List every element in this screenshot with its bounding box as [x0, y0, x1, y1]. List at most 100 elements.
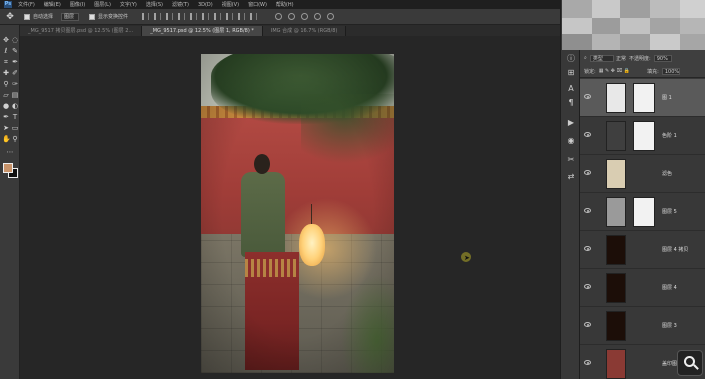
canvas-area[interactable]: ➤: [20, 36, 560, 379]
show-transform-checkbox[interactable]: [89, 13, 96, 20]
menu-window[interactable]: 窗口(W): [248, 1, 267, 8]
foreground-color-swatch[interactable]: [3, 163, 13, 173]
blend-mode-select[interactable]: 正常: [616, 55, 626, 62]
pen-icon[interactable]: ✒: [2, 114, 10, 121]
history-brush-icon[interactable]: ✑: [11, 81, 19, 88]
layer-row[interactable]: 图 1: [580, 79, 705, 117]
layer-thumbnail[interactable]: [606, 159, 626, 189]
layer-thumbnail[interactable]: [606, 273, 626, 303]
info-icon[interactable]: ⓘ: [566, 54, 576, 63]
document-image[interactable]: [201, 54, 394, 373]
align-bottom-icon[interactable]: [202, 13, 210, 20]
layer-thumbnail[interactable]: [606, 197, 626, 227]
document-tab-active[interactable]: _MG_9517.psd @ 12.5% (图层 1, RGB/8) *: [142, 26, 263, 36]
lasso-icon[interactable]: ℓ: [2, 48, 10, 55]
3d-drag-icon[interactable]: [301, 13, 309, 20]
layer-row[interactable]: 图层 4: [580, 269, 705, 307]
3d-slide-icon[interactable]: [314, 13, 322, 20]
visibility-eye-icon[interactable]: [584, 208, 591, 213]
align-center-icon[interactable]: [154, 13, 162, 20]
actions-play-icon[interactable]: ▶: [566, 118, 576, 127]
align-middle-icon[interactable]: [190, 13, 198, 20]
layer-kind-select[interactable]: 类型: [589, 54, 614, 62]
clone-stamp-icon[interactable]: ⚲: [2, 81, 10, 88]
menu-edit[interactable]: 编辑(E): [44, 1, 61, 8]
layer-mask-thumbnail[interactable]: [633, 197, 655, 227]
visibility-eye-icon[interactable]: [584, 322, 591, 327]
3d-scale-icon[interactable]: [327, 13, 335, 20]
distribute-icon[interactable]: [214, 13, 222, 20]
paragraph-icon[interactable]: ¶: [566, 98, 576, 107]
auto-select-dropdown[interactable]: 图层: [61, 12, 80, 21]
layer-thumbnail[interactable]: [606, 121, 626, 151]
layer-mask-thumbnail[interactable]: [633, 83, 655, 113]
3d-orbit-icon[interactable]: [275, 13, 283, 20]
layer-thumbnail[interactable]: [606, 349, 626, 379]
opacity-field[interactable]: 90%: [653, 54, 672, 62]
visibility-eye-icon[interactable]: [584, 94, 591, 99]
properties-icon[interactable]: ⊞: [566, 68, 576, 77]
quick-select-icon[interactable]: ✎: [11, 48, 19, 55]
distribute-v-icon[interactable]: [238, 13, 246, 20]
layer-row[interactable]: 色阶 1: [580, 117, 705, 155]
auto-select-checkbox[interactable]: [24, 13, 30, 20]
blur-icon[interactable]: ●: [2, 103, 10, 110]
visibility-eye-icon[interactable]: [584, 246, 591, 251]
menu-view[interactable]: 视图(V): [222, 1, 239, 8]
layer-row[interactable]: 图层 3: [580, 307, 705, 345]
gradient-icon[interactable]: ▤: [11, 92, 19, 99]
document-tab[interactable]: _MG_9517 拷贝图层.psd @ 12.5% (图层 2...: [20, 26, 143, 36]
menu-help[interactable]: 帮助(H): [276, 1, 294, 8]
lock-icons[interactable]: ▦ ✎ ✥ ⌧ 🔒: [599, 68, 630, 74]
fill-field[interactable]: 100%: [661, 67, 680, 75]
move-tool-icon[interactable]: ✥: [4, 11, 16, 23]
align-left-icon[interactable]: [142, 13, 150, 20]
menu-3d[interactable]: 3D(D): [198, 2, 213, 8]
rectangle-icon[interactable]: ▭: [11, 125, 19, 132]
visibility-eye-icon[interactable]: [584, 132, 591, 137]
layer-thumbnail[interactable]: [606, 83, 626, 113]
eyedropper-icon[interactable]: ✒: [11, 59, 19, 66]
align-right-icon[interactable]: [166, 13, 174, 20]
panel-dock: ⓘ ⊞ A ¶ ▶ ◉ ✂ ⇄: [560, 0, 580, 379]
menu-filter[interactable]: 滤镜(T): [172, 1, 189, 8]
menu-image[interactable]: 图像(I): [70, 1, 85, 8]
menu-select[interactable]: 选择(S): [146, 1, 163, 8]
search-button[interactable]: [677, 350, 703, 376]
layer-row[interactable]: 滤色: [580, 155, 705, 193]
more-tools-icon[interactable]: ⋯: [6, 149, 14, 156]
character-icon[interactable]: A: [566, 84, 576, 93]
healing-icon[interactable]: ✚: [2, 70, 10, 77]
document-tab[interactable]: IMG 合成 @ 16.7% (RGB/8): [262, 26, 347, 36]
layer-name: 图层 5: [662, 209, 677, 215]
eraser-icon[interactable]: ▱: [2, 92, 10, 99]
adjust-icon[interactable]: ⇄: [566, 172, 576, 181]
align-top-icon[interactable]: [178, 13, 186, 20]
layer-filter-row: ⌕ 类型: [584, 54, 614, 62]
layer-thumbnail[interactable]: [606, 235, 626, 265]
distribute-h-icon[interactable]: [226, 13, 234, 20]
move-icon[interactable]: ✥: [2, 37, 10, 44]
menu-type[interactable]: 文字(Y): [120, 1, 137, 8]
path-select-icon[interactable]: ➤: [2, 125, 10, 132]
dodge-icon[interactable]: ◐: [11, 103, 19, 110]
brush-icon[interactable]: ✐: [11, 70, 19, 77]
type-icon[interactable]: T: [11, 114, 19, 121]
visibility-eye-icon[interactable]: [584, 170, 591, 175]
layer-thumbnail[interactable]: [606, 311, 626, 341]
tools-presets-icon[interactable]: ✂: [566, 155, 576, 164]
layer-mask-thumbnail[interactable]: [633, 121, 655, 151]
crop-icon[interactable]: ⌗: [2, 59, 10, 66]
menu-layer[interactable]: 图层(L): [94, 1, 111, 8]
visibility-eye-icon[interactable]: [584, 284, 591, 289]
zoom-icon[interactable]: ⚲: [11, 136, 19, 143]
layer-row[interactable]: 图层 5: [580, 193, 705, 231]
visibility-eye-icon[interactable]: [584, 360, 591, 365]
3d-roll-icon[interactable]: [288, 13, 296, 20]
more-align-icon[interactable]: [250, 13, 258, 20]
layer-row[interactable]: 图层 4 拷贝: [580, 231, 705, 269]
marquee-icon[interactable]: ◌: [11, 37, 19, 44]
hand-icon[interactable]: ✋: [2, 136, 11, 143]
menu-file[interactable]: 文件(F): [18, 1, 35, 8]
color-wheel-icon[interactable]: ◉: [566, 136, 576, 145]
